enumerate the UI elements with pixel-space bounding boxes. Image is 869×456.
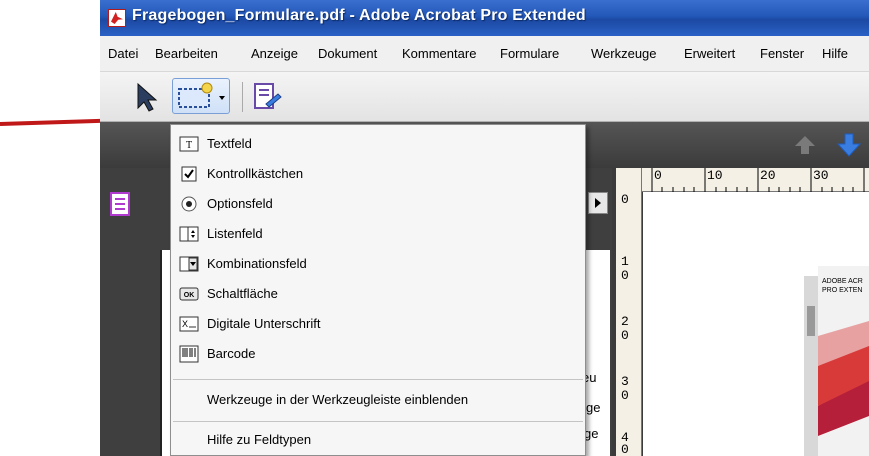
menu-item-label: Hilfe zu Feldtypen xyxy=(207,432,312,447)
menu-item-optionsfeld[interactable]: Optionsfeld xyxy=(171,189,585,219)
select-tool-icon[interactable] xyxy=(128,80,162,114)
menu-item-label: Kombinationsfeld xyxy=(207,256,307,271)
menu-item-label: Listenfeld xyxy=(207,226,263,241)
menu-item-textfeld[interactable]: T Textfeld xyxy=(171,129,585,159)
menu-item-show-tools[interactable]: Werkzeuge in der Werkzeugleiste einblend… xyxy=(171,385,585,415)
panel-text-fragment: ge xyxy=(586,400,601,415)
form-field-dropdown-menu: T Textfeld Kontrollkästchen Optionsfeld … xyxy=(170,124,586,456)
menu-kommentare[interactable]: Kommentare xyxy=(402,46,476,61)
menu-anzeige[interactable]: Anzeige xyxy=(251,46,298,61)
ruler-label: 3 xyxy=(621,374,629,389)
form-edit-tool-icon[interactable] xyxy=(250,80,284,114)
menu-item-label: Werkzeuge in der Werkzeugleiste einblend… xyxy=(207,392,469,407)
radio-icon xyxy=(181,196,197,212)
menu-datei[interactable]: Datei xyxy=(108,46,138,61)
product-text-line: PRO EXTEN xyxy=(822,287,863,294)
ruler-label: 0 xyxy=(621,268,629,283)
barcode-icon xyxy=(179,345,199,363)
ruler-label: 1 xyxy=(621,254,629,269)
menu-bar: Datei Bearbeiten Anzeige Dokument Kommen… xyxy=(100,36,869,72)
menu-item-label: Kontrollkästchen xyxy=(207,166,304,181)
menu-item-label: Schaltfläche xyxy=(207,286,278,301)
product-illustration xyxy=(804,266,869,456)
menu-bearbeiten[interactable]: Bearbeiten xyxy=(155,46,218,61)
vertical-ruler: 0 1 0 2 0 3 0 4 0 xyxy=(616,168,642,456)
svg-text:T: T xyxy=(186,140,192,151)
ruler-label: 0 xyxy=(621,442,629,456)
product-text-line: ADOBE ACR xyxy=(822,278,863,285)
ruler-label: 2 xyxy=(621,314,629,329)
ruler-label: 0 xyxy=(654,168,662,183)
menu-item-kombinationsfeld[interactable]: Kombinationsfeld xyxy=(171,249,585,279)
menu-erweitert[interactable]: Erweitert xyxy=(684,46,735,61)
form-field-tool-icon xyxy=(178,82,225,108)
combobox-icon xyxy=(179,256,199,272)
menu-item-schaltflaeche[interactable]: OK Schaltfläche xyxy=(171,279,585,309)
menu-separator xyxy=(173,379,583,380)
button-icon: OK xyxy=(179,287,199,301)
listbox-icon xyxy=(179,226,199,242)
product-box-image: ADOBE ACR PRO EXTEN xyxy=(804,266,869,456)
menu-fenster[interactable]: Fenster xyxy=(760,46,804,61)
menu-dokument[interactable]: Dokument xyxy=(318,46,377,61)
menu-item-label: Barcode xyxy=(207,346,256,361)
ruler-label: 20 xyxy=(760,168,776,183)
menu-item-label: Digitale Unterschrift xyxy=(207,316,321,331)
toolbar xyxy=(100,72,869,122)
ruler-label: 0 xyxy=(621,388,629,403)
ruler-label: 10 xyxy=(707,168,723,183)
menu-item-help-field-types[interactable]: Hilfe zu Feldtypen xyxy=(171,425,585,455)
window-title: Fragebogen_Formulare.pdf - Adobe Acrobat… xyxy=(132,7,586,24)
form-field-tool-button[interactable] xyxy=(172,78,230,114)
panel-text-fragment: ge xyxy=(584,426,599,441)
menu-item-digitale-unterschrift[interactable]: X Digitale Unterschrift xyxy=(171,309,585,339)
signature-icon: X xyxy=(179,316,199,332)
svg-text:X: X xyxy=(182,319,188,329)
chevron-right-icon xyxy=(595,198,601,208)
form-panel-icon[interactable] xyxy=(110,192,130,216)
ruler-label: 30 xyxy=(813,168,829,183)
menu-item-listenfeld[interactable]: Listenfeld xyxy=(171,219,585,249)
title-bar: Fragebogen_Formulare.pdf - Adobe Acrobat… xyxy=(100,0,869,36)
panel-scroll-button[interactable] xyxy=(588,192,608,214)
text-field-icon: T xyxy=(179,136,199,152)
ruler-label: 0 xyxy=(621,328,629,343)
menu-werkzeuge[interactable]: Werkzeuge xyxy=(591,46,657,61)
menu-hilfe[interactable]: Hilfe xyxy=(822,46,848,61)
menu-separator xyxy=(173,421,583,422)
menu-formulare[interactable]: Formulare xyxy=(500,46,559,61)
previous-page-icon[interactable] xyxy=(794,134,816,156)
ruler-label: 0 xyxy=(621,192,629,207)
menu-item-label: Textfeld xyxy=(207,136,252,151)
svg-text:OK: OK xyxy=(184,292,195,299)
menu-item-kontrollkaestchen[interactable]: Kontrollkästchen xyxy=(171,159,585,189)
pdf-app-icon xyxy=(108,9,126,27)
menu-item-barcode[interactable]: Barcode xyxy=(171,339,585,369)
ruler-ticks xyxy=(651,168,865,192)
next-page-icon[interactable] xyxy=(836,132,862,158)
toolbar-separator xyxy=(242,82,243,112)
horizontal-ruler: 0 10 20 30 xyxy=(642,168,869,192)
checkbox-icon xyxy=(181,166,197,182)
menu-item-label: Optionsfeld xyxy=(207,196,273,211)
